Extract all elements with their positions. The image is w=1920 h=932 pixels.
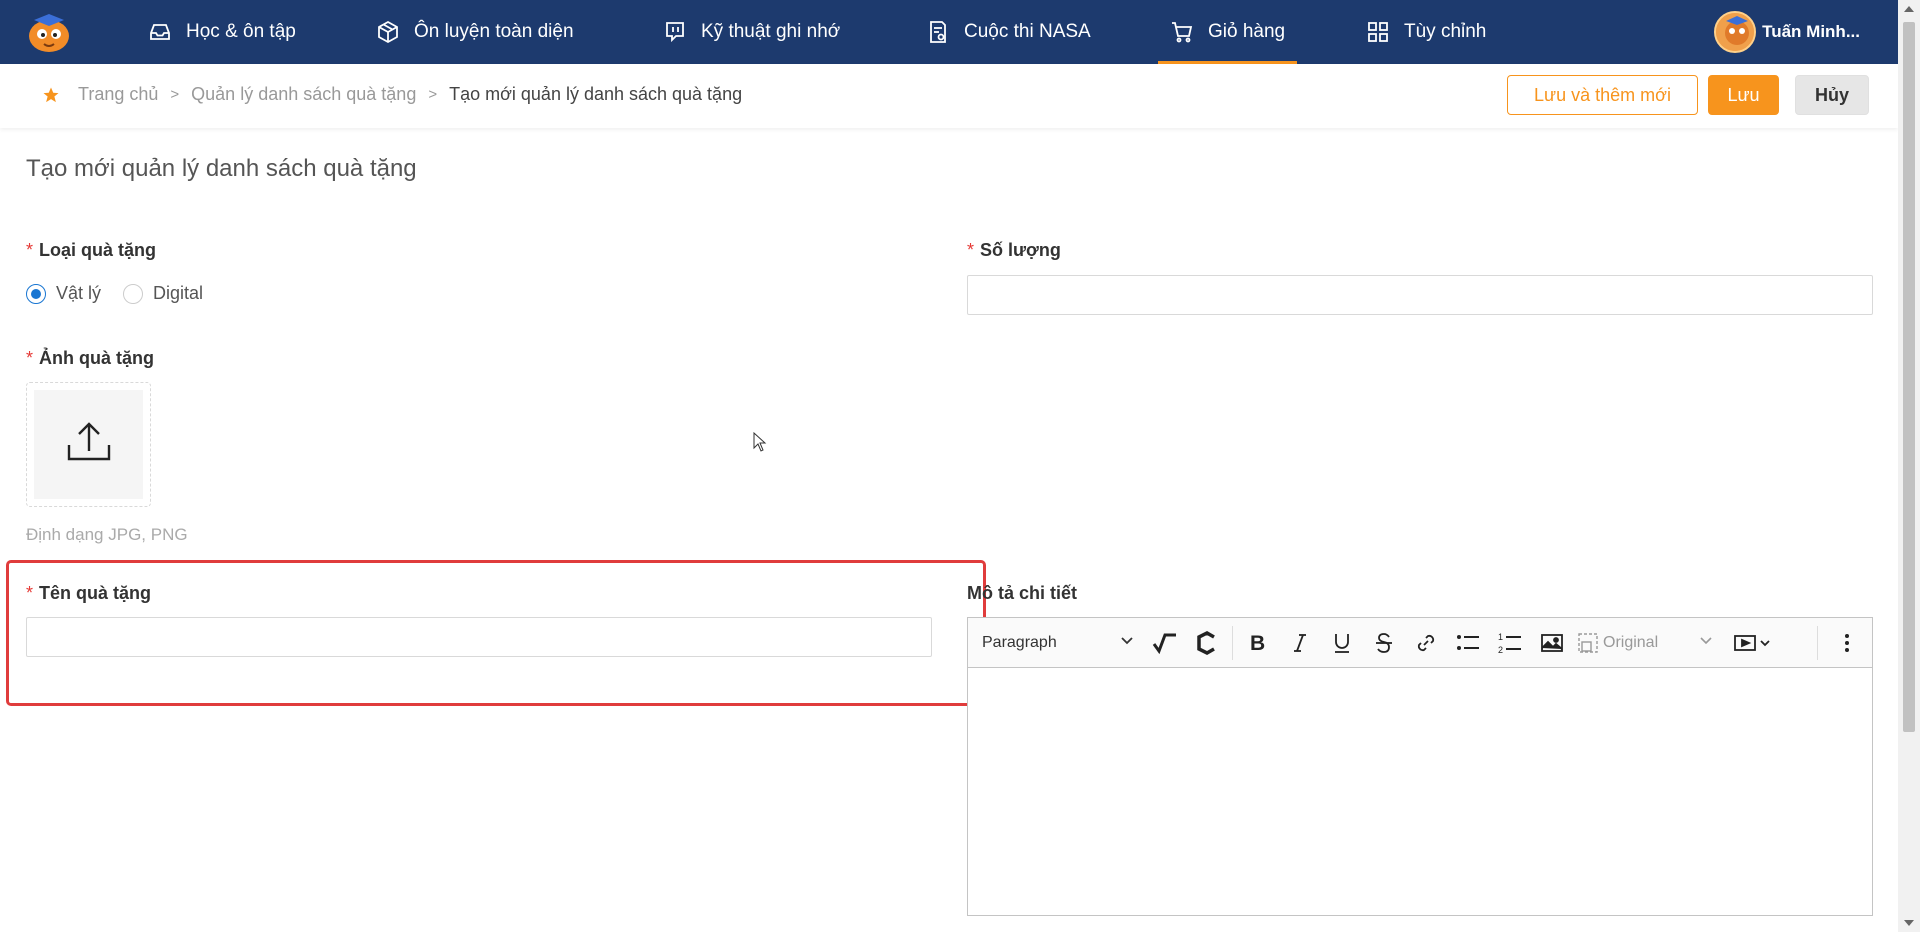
gift-name-label: * Tên quà tặng — [26, 583, 151, 604]
radio-digital[interactable]: Digital — [123, 283, 203, 304]
more-options-icon[interactable] — [1826, 625, 1868, 661]
gift-type-label-text: Loại quà tặng — [39, 240, 157, 260]
nav-item-label: Cuộc thi NASA — [964, 21, 1091, 42]
image-size-icon[interactable] — [1573, 625, 1603, 661]
scroll-thumb[interactable] — [1903, 22, 1915, 732]
image-size-dropdown-value: Original — [1603, 633, 1659, 651]
cancel-button[interactable]: Hủy — [1795, 75, 1869, 115]
logo-icon[interactable] — [24, 10, 74, 54]
quantity-input[interactable] — [967, 275, 1873, 315]
gift-image-label: * Ảnh quà tặng — [26, 348, 154, 369]
underline-icon[interactable] — [1321, 625, 1363, 661]
description-label: Mô tả chi tiết — [967, 583, 1077, 604]
nav-item-tuy-chinh[interactable]: Tùy chỉnh — [1366, 0, 1486, 64]
gift-image-label-text: Ảnh quà tặng — [39, 348, 155, 368]
breadcrumb-separator: > — [170, 86, 180, 103]
radio-label: Vật lý — [56, 283, 102, 303]
save-button[interactable]: Lưu — [1708, 75, 1779, 115]
chevron-down-icon — [1699, 633, 1713, 652]
media-embed-icon[interactable] — [1723, 625, 1783, 661]
cube-icon — [376, 20, 400, 44]
svg-text:B: B — [1250, 632, 1265, 654]
required-mark: * — [26, 348, 34, 368]
gift-type-radio-group: Vật lý Digital — [26, 283, 225, 304]
bulleted-list-icon[interactable] — [1447, 625, 1489, 661]
gift-type-label: * Loại quà tặng — [26, 240, 156, 261]
nav-item-label: Học & ôn tập — [186, 21, 296, 42]
editor-toolbar: Paragraph B 12 Original — [968, 618, 1872, 668]
strikethrough-icon[interactable] — [1363, 625, 1405, 661]
quantity-label-text: Số lượng — [980, 240, 1061, 260]
bold-icon[interactable]: B — [1237, 625, 1279, 661]
nav-item-ky-thuat-ghi-nho[interactable]: Kỹ thuật ghi nhớ — [663, 0, 840, 64]
svg-text:1: 1 — [1498, 632, 1503, 642]
chemistry-icon[interactable] — [1186, 625, 1228, 661]
italic-icon[interactable] — [1279, 625, 1321, 661]
insert-image-icon[interactable] — [1531, 625, 1573, 661]
breadcrumb-home[interactable]: Trang chủ — [78, 84, 158, 105]
numbered-list-icon[interactable]: 12 — [1489, 625, 1531, 661]
gift-name-label-text: Tên quà tặng — [39, 583, 152, 603]
radio-label: Digital — [153, 283, 204, 303]
svg-text:2: 2 — [1498, 645, 1503, 655]
nav-item-hoc-on-tap[interactable]: Học & ôn tập — [148, 0, 296, 64]
nav-item-label: Tùy chỉnh — [1404, 21, 1487, 42]
user-menu[interactable]: Tuấn Minh... — [1714, 11, 1860, 53]
required-mark: * — [967, 240, 975, 260]
scroll-up-icon[interactable] — [1904, 6, 1914, 12]
breadcrumb: Trang chủ > Quản lý danh sách quà tặng >… — [42, 84, 742, 105]
image-size-dropdown[interactable]: Original — [1603, 633, 1723, 652]
image-format-hint: Định dạng JPG, PNG — [26, 525, 188, 544]
upload-area — [34, 390, 143, 499]
nav-item-label: Kỹ thuật ghi nhớ — [701, 21, 841, 42]
nav-item-label: Ôn luyện toàn diện — [414, 21, 574, 42]
breadcrumb-parent[interactable]: Quản lý danh sách quà tặng — [191, 84, 416, 105]
rich-text-editor: Paragraph B 12 Original — [967, 617, 1873, 916]
user-name: Tuấn Minh... — [1762, 22, 1860, 41]
toolbar-divider — [1817, 625, 1818, 660]
quantity-label: * Số lượng — [967, 240, 1061, 261]
cart-icon — [1170, 20, 1194, 44]
editor-content-area[interactable] — [968, 668, 1872, 915]
scroll-down-icon[interactable] — [1904, 920, 1914, 926]
document-icon — [926, 20, 950, 44]
breadcrumb-separator: > — [428, 86, 438, 103]
inbox-icon — [148, 20, 172, 44]
top-navbar: Học & ôn tập Ôn luyện toàn diện Kỹ thuật… — [0, 0, 1898, 64]
toolbar-divider — [1232, 625, 1233, 660]
link-icon[interactable] — [1405, 625, 1447, 661]
upload-icon — [66, 421, 112, 468]
chevron-down-icon — [1120, 633, 1134, 652]
nav-item-gio-hang[interactable]: Giỏ hàng — [1158, 0, 1298, 64]
paragraph-dropdown[interactable]: Paragraph — [982, 633, 1144, 652]
breadcrumb-current: Tạo mới quản lý danh sách quà tặng — [449, 84, 743, 104]
save-and-new-button[interactable]: Lưu và thêm mới — [1507, 75, 1698, 115]
page-title: Tạo mới quản lý danh sách quà tặng — [26, 155, 417, 182]
nav-item-cuoc-thi-nasa[interactable]: Cuộc thi NASA — [926, 0, 1091, 64]
chat-bubble-icon — [663, 20, 687, 44]
paragraph-dropdown-value: Paragraph — [982, 633, 1057, 651]
image-upload-button[interactable] — [26, 382, 151, 507]
required-mark: * — [26, 240, 34, 260]
radio-unchecked-icon[interactable] — [123, 283, 144, 304]
avatar — [1714, 11, 1757, 53]
radio-checked-icon[interactable] — [26, 283, 46, 304]
mouse-cursor-icon — [753, 431, 767, 457]
math-icon[interactable] — [1144, 625, 1186, 661]
gift-name-input[interactable] — [26, 617, 932, 657]
star-icon — [42, 86, 60, 104]
required-mark: * — [26, 583, 34, 603]
page-scrollbar[interactable] — [1898, 0, 1920, 932]
description-label-text: Mô tả chi tiết — [967, 583, 1078, 603]
nav-item-label: Giỏ hàng — [1208, 21, 1286, 42]
radio-physical[interactable]: Vật lý — [26, 283, 101, 304]
nav-item-on-luyen-toan-dien[interactable]: Ôn luyện toàn diện — [376, 0, 574, 64]
grid-icon — [1366, 20, 1390, 44]
